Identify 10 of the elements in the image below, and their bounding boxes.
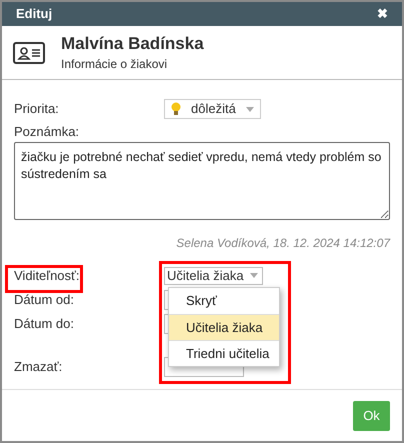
author-timestamp: Selena Vodíková, 18. 12. 2024 14:12:07	[175, 234, 390, 252]
window-title: Edituj	[16, 5, 52, 24]
field-label: Dátum do:	[14, 314, 75, 333]
subtitle: Informácie o žiakovi	[61, 56, 168, 72]
field-label: Zmazať:	[14, 358, 64, 376]
field-label: Priorita:	[14, 100, 60, 118]
field-label: Poznámka:	[14, 123, 80, 141]
field-label: Viditeľnosť:	[14, 266, 81, 285]
field-label: Dátum od:	[14, 290, 75, 309]
student-name: Malvína Badínska	[61, 32, 204, 54]
